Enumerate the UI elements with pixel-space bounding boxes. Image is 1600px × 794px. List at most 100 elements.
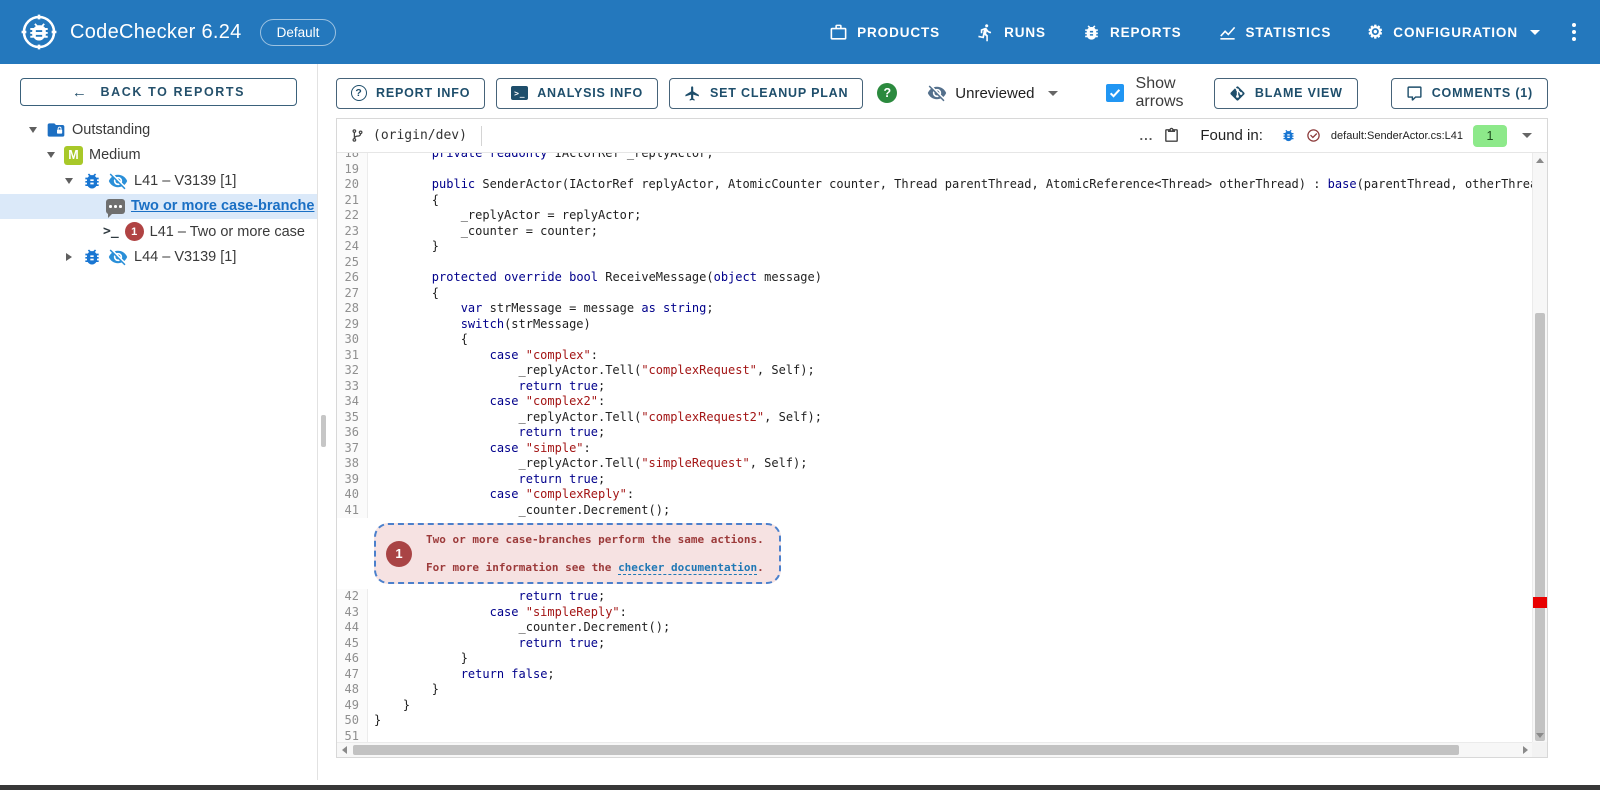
vertical-scrollbar-thumb[interactable] [1535, 313, 1545, 741]
code-text: var strMessage = message as string; [368, 301, 714, 317]
bug-icon [82, 171, 102, 191]
eye-off-icon [927, 83, 947, 103]
tree-item-medium[interactable]: M Medium [0, 143, 317, 169]
nav-reports[interactable]: REPORTS [1082, 23, 1182, 42]
tree-item-l41-group[interactable]: L41 – V3139 [1] [0, 168, 317, 194]
line-number: 44 [337, 620, 368, 636]
set-cleanup-plan-button[interactable]: SET CLEANUP PLAN [669, 78, 863, 109]
tree-item-l41-step[interactable]: >_ 1 L41 – Two or more case [0, 219, 317, 245]
code-line: 45 return true; [337, 636, 1532, 652]
scroll-up-arrow-icon[interactable] [1533, 153, 1547, 167]
git-icon [1229, 85, 1246, 102]
report-tree-sidebar: ← BACK TO REPORTS Outstanding M Medium L… [0, 64, 318, 780]
code-line: 27 { [337, 286, 1532, 302]
code-line: 22 _replyActor = replyActor; [337, 208, 1532, 224]
code-card-header: (origin/dev) ... Found in: default:Sende… [337, 119, 1547, 153]
report-step-badge[interactable]: 1 [386, 541, 412, 567]
code-line: 41 _counter.Decrement(); [337, 503, 1532, 519]
button-label: BLAME VIEW [1255, 86, 1343, 100]
caret-right-icon[interactable] [62, 253, 76, 261]
chevron-down-icon [1530, 30, 1540, 35]
clipboard-icon[interactable] [1163, 127, 1180, 144]
code-text: return true; [368, 636, 605, 652]
scroll-left-arrow-icon[interactable] [337, 743, 351, 757]
tree-label: L41 – V3139 [1] [134, 173, 236, 189]
code-line: 48 } [337, 682, 1532, 698]
checker-documentation-link[interactable]: checker documentation [618, 561, 757, 575]
code-text: return true; [368, 472, 605, 488]
bug-position-marker[interactable] [1533, 597, 1547, 608]
line-number: 37 [337, 441, 368, 457]
code-line: 31 case "complex": [337, 348, 1532, 364]
code-text: private readonly IActorRef _replyActor; [368, 153, 714, 162]
line-number: 25 [337, 255, 368, 271]
back-arrow-icon: ← [72, 84, 89, 101]
help-button[interactable]: ? [877, 83, 897, 103]
horizontal-scrollbar[interactable] [337, 742, 1532, 757]
main-nav: PRODUCTS RUNS REPORTS STATISTICS ⚙ CONFI… [829, 23, 1540, 42]
caret-down-icon[interactable] [26, 127, 40, 133]
nav-label: CONFIGURATION [1393, 25, 1518, 40]
horizontal-scrollbar-thumb[interactable] [353, 745, 1459, 755]
line-number: 42 [337, 589, 368, 605]
sidebar-scrollbar-thumb[interactable] [321, 415, 326, 447]
tree-item-l44-group[interactable]: L44 – V3139 [1] [0, 245, 317, 271]
code-line: 29 switch(strMessage) [337, 317, 1532, 333]
line-number: 40 [337, 487, 368, 503]
code-text: } [368, 239, 439, 255]
report-info-button[interactable]: ? REPORT INFO [336, 78, 485, 109]
nav-configuration[interactable]: ⚙ CONFIGURATION [1367, 23, 1540, 41]
line-number: 46 [337, 651, 368, 667]
line-number: 31 [337, 348, 368, 364]
review-status-select[interactable]: Unreviewed [927, 83, 1057, 103]
line-number: 22 [337, 208, 368, 224]
code-text: _replyActor.Tell("complexRequest", Self)… [368, 363, 815, 379]
nav-statistics[interactable]: STATISTICS [1218, 23, 1332, 42]
nav-label: PRODUCTS [857, 25, 940, 40]
scroll-down-arrow-icon[interactable] [1533, 728, 1547, 742]
tree-item-outstanding[interactable]: Outstanding [0, 117, 317, 143]
code-text: return false; [368, 667, 555, 683]
folder-lock-icon [46, 120, 66, 140]
line-number: 35 [337, 410, 368, 426]
chevron-down-icon[interactable] [1522, 133, 1532, 138]
nav-products[interactable]: PRODUCTS [829, 23, 940, 42]
step-count-badge: 1 [125, 222, 144, 241]
nav-runs[interactable]: RUNS [976, 23, 1046, 42]
line-number: 33 [337, 379, 368, 395]
caret-down-icon[interactable] [62, 178, 76, 184]
nav-label: STATISTICS [1246, 25, 1332, 40]
report-message-line2: For more information see the checker doc… [426, 560, 764, 576]
analysis-info-button[interactable]: >_ ANALYSIS INFO [496, 78, 658, 109]
product-badge[interactable]: Default [260, 19, 337, 46]
more-icon[interactable]: ... [1140, 128, 1154, 143]
code-text: public SenderActor(IActorRef replyActor,… [368, 177, 1532, 193]
blame-view-button[interactable]: BLAME VIEW [1214, 78, 1358, 109]
kebab-menu-icon[interactable] [1568, 19, 1580, 45]
code-text: _replyActor.Tell("simpleRequest", Self); [368, 456, 807, 472]
code-lines: 18 private readonly IActorRef _replyActo… [337, 153, 1532, 742]
found-in-label: Found in: [1200, 127, 1263, 144]
app-title: CodeChecker 6.24 [70, 21, 242, 44]
scroll-right-arrow-icon[interactable] [1518, 743, 1532, 757]
code-line: 36 return true; [337, 425, 1532, 441]
line-number: 26 [337, 270, 368, 286]
report-message-bubble: 1Two or more case-branches perform the s… [374, 523, 781, 584]
line-number: 45 [337, 636, 368, 652]
caret-down-icon[interactable] [44, 152, 58, 158]
button-label: REPORT INFO [376, 86, 470, 100]
help-circle-icon: ? [351, 85, 367, 101]
comments-button[interactable]: COMMENTS (1) [1391, 78, 1548, 109]
line-number: 51 [337, 729, 368, 743]
console-icon: >_ [511, 86, 528, 100]
bug-icon [1281, 128, 1296, 143]
found-in-file-ref[interactable]: default:SenderActor.cs:L41 [1331, 130, 1463, 142]
code-line: 33 return true; [337, 379, 1532, 395]
code-text: case "simpleReply": [368, 605, 627, 621]
back-to-reports-button[interactable]: ← BACK TO REPORTS [20, 78, 297, 106]
line-number: 49 [337, 698, 368, 714]
vertical-scrollbar[interactable] [1532, 153, 1547, 742]
tree-item-selected-report[interactable]: Two or more case-branche [0, 194, 317, 220]
report-toolbar: ? REPORT INFO >_ ANALYSIS INFO SET CLEAN… [336, 77, 1548, 109]
show-arrows-checkbox[interactable] [1106, 84, 1124, 102]
